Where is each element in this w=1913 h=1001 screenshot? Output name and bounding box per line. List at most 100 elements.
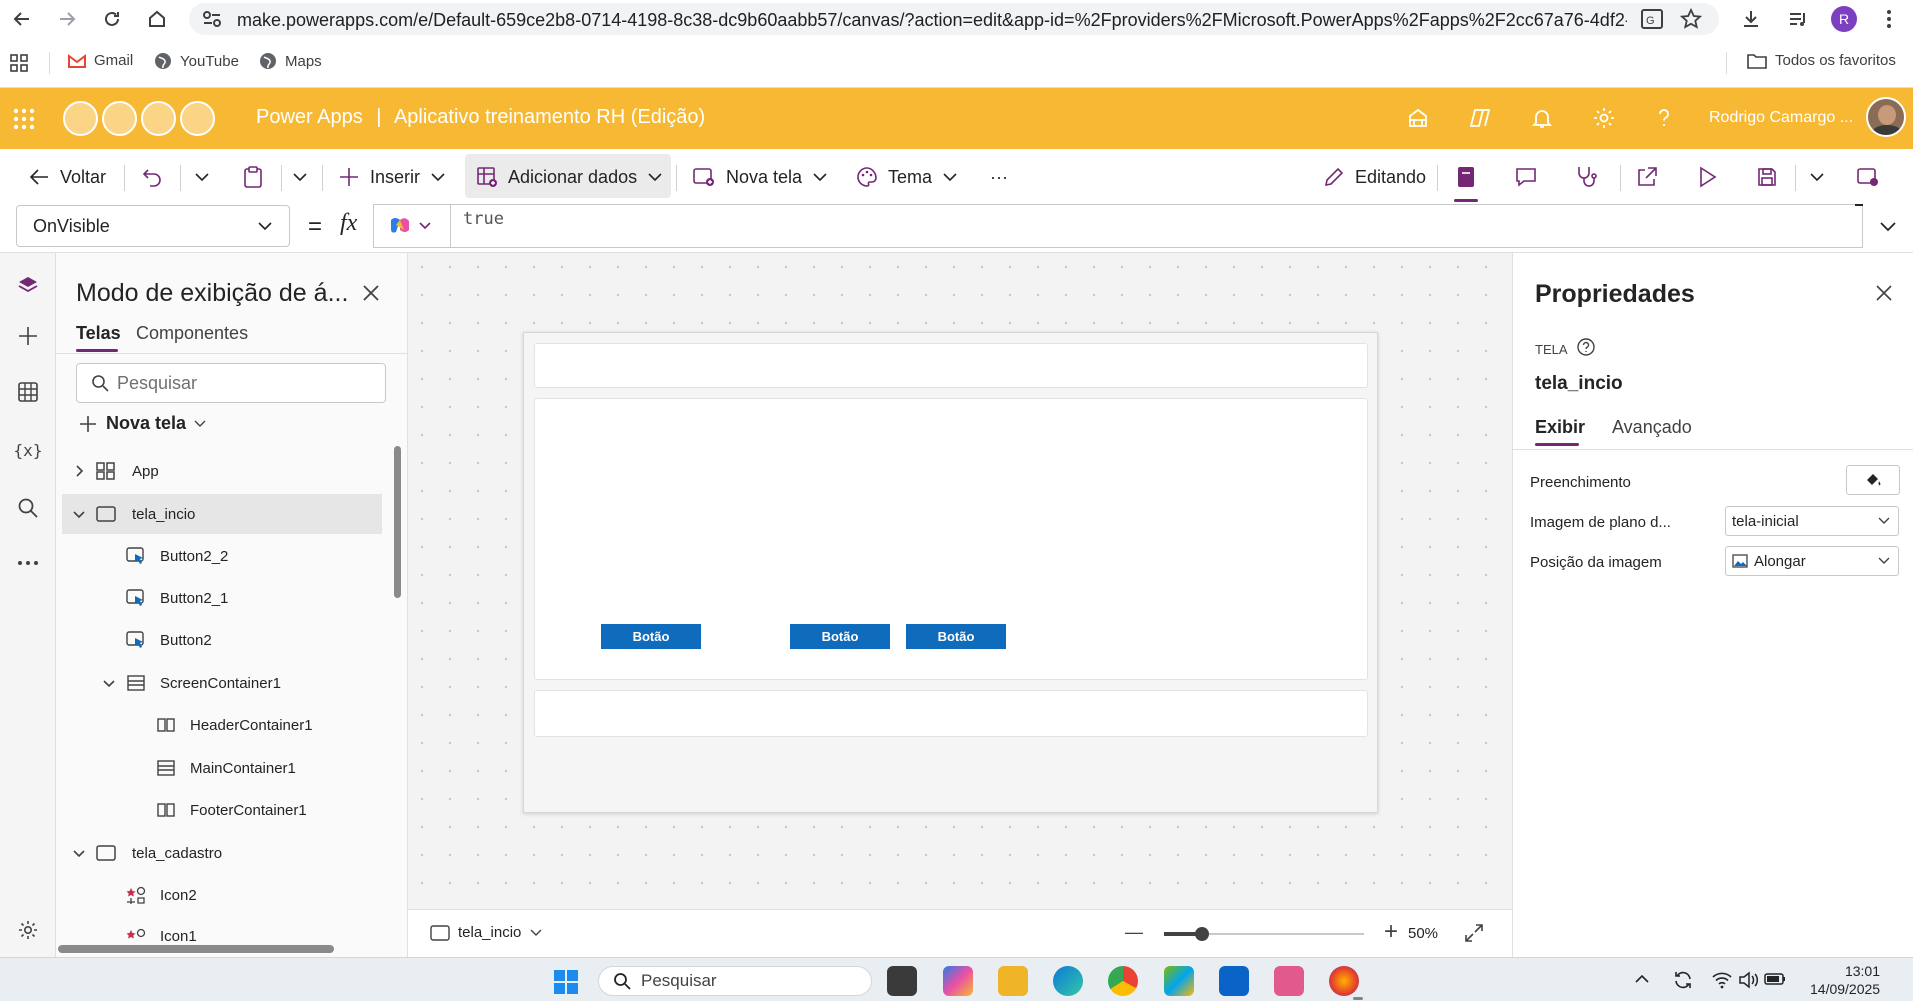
tree-item-tela-incio[interactable]: tela_incio [62,494,382,534]
header-container[interactable] [534,343,1368,388]
save-options-button[interactable] [1809,163,1825,191]
outlook-app-icon[interactable] [1219,966,1249,996]
fit-to-window-icon[interactable] [1464,923,1484,943]
settings-gear-icon[interactable] [1592,106,1618,132]
footer-container[interactable] [534,690,1368,737]
control-button-2-1[interactable]: Botão [790,624,890,649]
design-canvas[interactable]: Botão Botão Botão [408,253,1512,909]
tree-item-icon1[interactable]: Icon1 [62,917,382,943]
tab-display[interactable]: Exibir [1535,417,1585,438]
comments-button[interactable] [1515,163,1537,191]
zoom-slider-track[interactable] [1164,932,1364,936]
tree-item-footercontainer1[interactable]: FooterContainer1 [62,790,382,830]
zoom-out-button[interactable]: — [1125,922,1143,943]
search-icon[interactable] [13,493,43,523]
undo-options-button[interactable] [194,163,210,191]
insert-plus-icon[interactable] [13,321,43,351]
user-avatar[interactable] [1866,97,1906,137]
site-settings-icon[interactable] [203,11,221,27]
new-screen-button[interactable]: Nova tela [692,163,828,191]
taskview-app-icon[interactable] [887,966,917,996]
taskbar-clock[interactable]: 13:01 14/09/2025 [1810,962,1880,998]
phone-shortcut-icon[interactable] [141,101,176,136]
screen-selector[interactable]: tela_incio [430,924,543,941]
app-checker-button[interactable] [1455,163,1477,191]
tree-item-button2-1[interactable]: Button2_1 [62,578,382,618]
close-tree-icon[interactable] [362,284,380,302]
share-button[interactable] [1636,163,1658,191]
translate-icon[interactable]: G [1641,9,1663,29]
tab-screens[interactable]: Telas [76,323,121,344]
battery-icon[interactable] [1764,972,1786,986]
address-bar[interactable]: make.powerapps.com/e/Default-659ce2b8-07… [189,3,1719,35]
bookmark-youtube[interactable]: YouTube [154,52,239,70]
chrome-browser-icon[interactable] [1108,966,1138,996]
apps-grid-icon[interactable] [10,54,28,72]
copilot-formula-button[interactable] [373,204,450,248]
theme-button[interactable]: Tema [856,163,958,191]
property-dropdown[interactable]: OnVisible [16,205,290,247]
file-explorer-icon[interactable] [998,966,1028,996]
chevron-down-icon[interactable] [102,676,116,690]
bookmark-star-icon[interactable] [1680,8,1702,30]
expand-formula-chevron-icon[interactable] [1879,221,1897,233]
user-name[interactable]: Rodrigo Camargo ... [1709,109,1853,127]
tree-item-button2-2[interactable]: Button2_2 [62,536,382,576]
chevron-down-icon[interactable] [72,507,86,521]
back-arrow-icon[interactable] [9,6,35,32]
insert-button[interactable]: Inserir [338,163,446,191]
publish-button[interactable] [1856,163,1880,191]
all-bookmarks-folder[interactable]: Todos os favoritos [1747,52,1896,69]
profile-avatar[interactable]: R [1831,6,1857,32]
download-icon[interactable] [1738,6,1764,32]
tree-item-tela-cadastro[interactable]: tela_cadastro [62,833,382,873]
waffle-menu-icon[interactable] [13,108,35,130]
tab-advanced[interactable]: Avançado [1612,417,1692,438]
undo-button[interactable] [141,163,163,191]
media-controls-icon[interactable] [1785,6,1811,32]
fx-icon[interactable]: fx [340,210,357,237]
photos-app-icon[interactable] [1164,966,1194,996]
volume-icon[interactable] [1738,971,1758,989]
data-table-icon[interactable] [13,377,43,407]
preview-play-button[interactable] [1697,163,1717,191]
tree-item-maincontainer1[interactable]: MainContainer1 [62,748,382,788]
home-icon[interactable] [144,6,170,32]
more-commands-button[interactable]: ··· [990,163,1008,191]
screen-tela-incio[interactable]: Botão Botão Botão [523,332,1378,813]
bookmark-maps[interactable]: Maps [259,52,322,70]
education-shortcut-icon[interactable] [63,101,98,136]
help-circle-icon[interactable] [1577,338,1595,356]
sync-icon[interactable] [1672,970,1694,990]
screen-name[interactable]: tela_incio [1535,373,1623,395]
tree-item-icon2[interactable]: Icon2 [62,875,382,915]
tree-view-layers-icon[interactable] [13,270,43,300]
paste-options-button[interactable] [292,163,308,191]
tree-item-app[interactable]: App [62,451,382,491]
environment-icon[interactable] [1406,106,1432,132]
close-properties-icon[interactable] [1875,284,1893,302]
control-button-2-2[interactable]: Botão [906,624,1006,649]
add-data-button[interactable]: Adicionar dados [476,163,663,191]
cloud-shortcut-icon[interactable] [180,101,215,136]
chevron-right-icon[interactable] [72,464,86,478]
chevron-down-icon[interactable] [72,846,86,860]
notifications-bell-icon[interactable] [1530,106,1556,132]
back-button[interactable]: Voltar [28,163,106,191]
zoom-in-button[interactable]: + [1384,918,1398,946]
tree-item-headercontainer1[interactable]: HeaderContainer1 [62,705,382,745]
chevron-up-icon[interactable] [1634,974,1650,984]
reload-icon[interactable] [99,6,125,32]
save-button[interactable] [1756,163,1778,191]
help-question-icon[interactable] [1652,106,1678,132]
new-screen-tree-button[interactable]: Nova tela [78,413,206,434]
formula-input[interactable]: true [450,204,1863,248]
windows-start-icon[interactable] [553,969,579,995]
variables-icon[interactable]: {x} [13,435,43,465]
taskbar-search[interactable]: Pesquisar [598,966,872,996]
editing-mode-button[interactable]: Editando [1323,163,1426,191]
tree-horizontal-scrollbar[interactable] [58,945,334,953]
edge-browser-icon[interactable] [1053,966,1083,996]
kebab-menu-icon[interactable] [1876,6,1902,32]
firefox-browser-icon[interactable] [1329,966,1359,996]
